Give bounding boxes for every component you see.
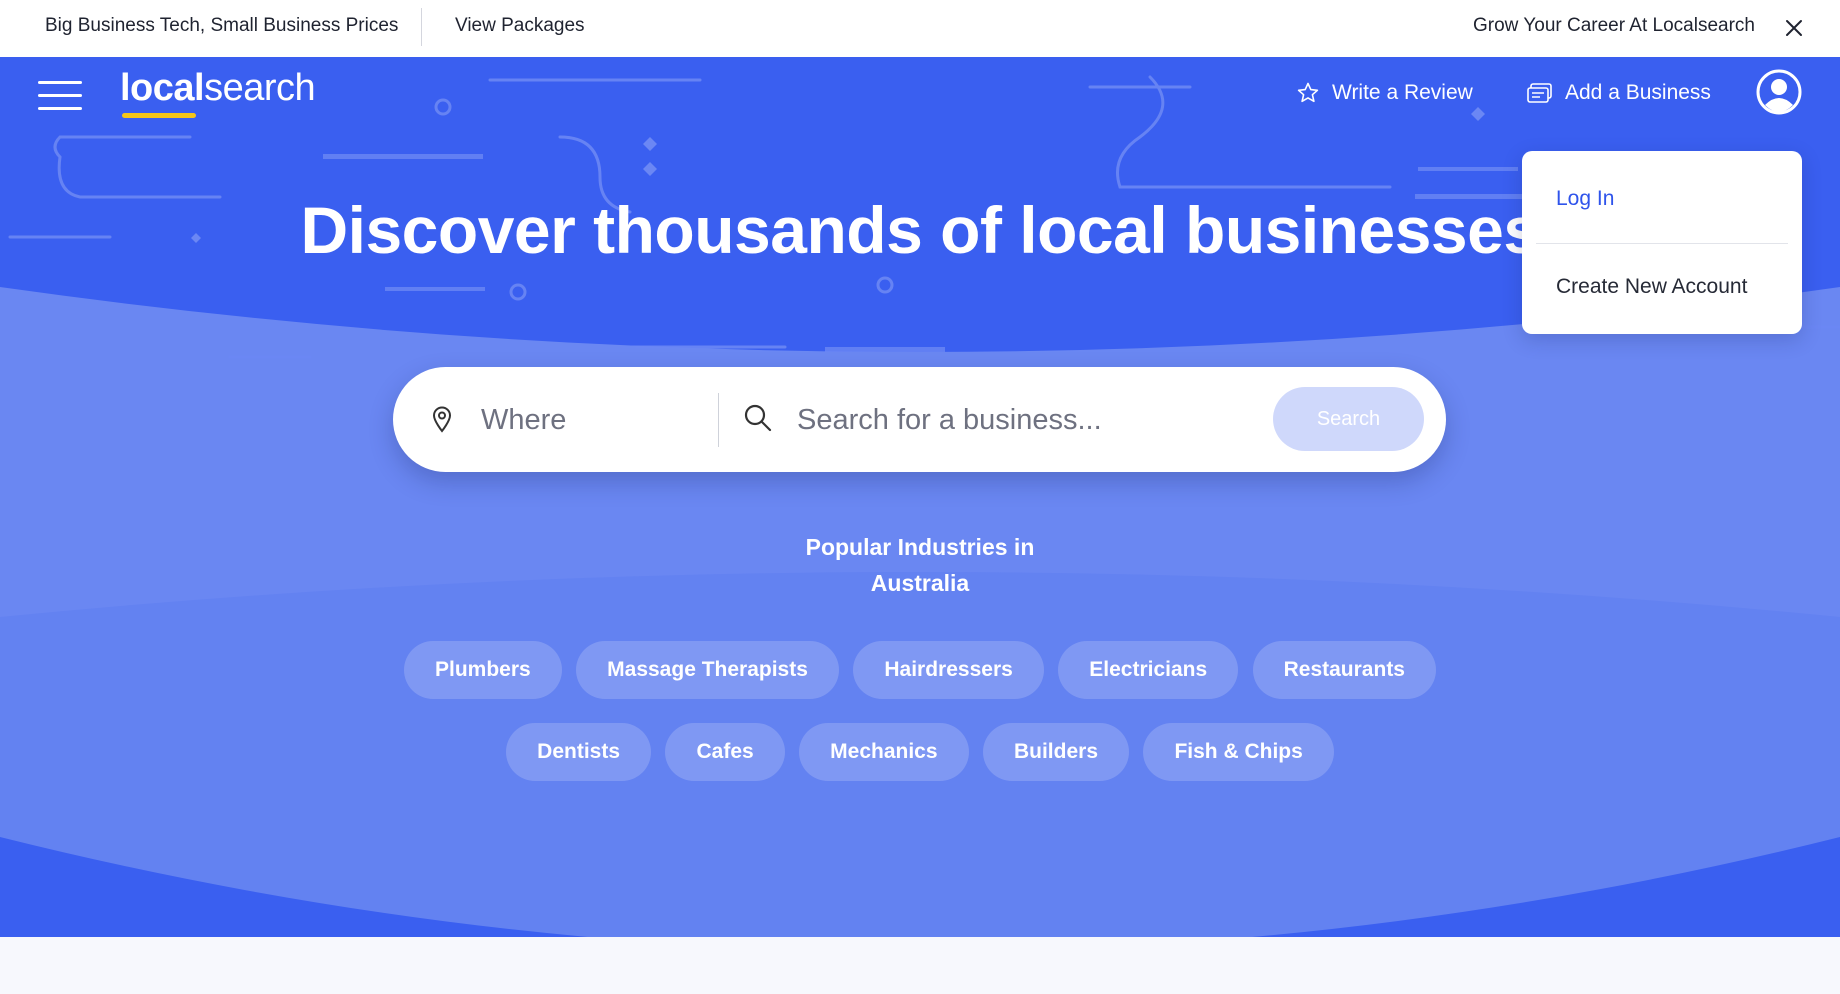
industry-chip-electricians[interactable]: Electricians — [1058, 641, 1239, 699]
topbar-divider — [421, 8, 422, 46]
business-search-input[interactable] — [795, 395, 1249, 445]
search-icon — [744, 404, 772, 432]
search-button[interactable]: Search — [1273, 387, 1424, 451]
search-bar: Search — [393, 367, 1446, 472]
popular-heading-line1: Popular Industries in — [805, 534, 1035, 560]
popular-industries-heading: Popular Industries in Australia — [0, 529, 1840, 601]
industry-chip-restaurants[interactable]: Restaurants — [1252, 641, 1436, 699]
industry-chip-plumbers[interactable]: Plumbers — [404, 641, 562, 699]
logo-bold-text: local — [120, 67, 205, 109]
logo-light-text: search — [204, 67, 316, 109]
location-pin-icon — [432, 406, 452, 433]
industry-chip-massage-therapists[interactable]: Massage Therapists — [576, 641, 839, 699]
localsearch-logo[interactable]: localsearch — [120, 67, 316, 110]
industry-chips-row-1: Plumbers Massage Therapists Hairdressers… — [0, 641, 1840, 699]
industry-chip-builders[interactable]: Builders — [982, 723, 1130, 781]
card-icon — [1527, 83, 1552, 103]
write-review-label: Write a Review — [1332, 81, 1473, 104]
write-review-link[interactable]: Write a Review — [1296, 81, 1473, 105]
top-announcement-bar: Big Business Tech, Small Business Prices… — [0, 0, 1840, 57]
promo-text: Big Business Tech, Small Business Prices — [45, 15, 399, 36]
account-dropdown: Log In Create New Account — [1522, 151, 1802, 334]
main-header: localsearch Write a Review Add a Busines… — [0, 57, 1840, 137]
logo-underline — [122, 113, 196, 118]
industry-chip-fish-and-chips[interactable]: Fish & Chips — [1143, 723, 1334, 781]
industry-chip-mechanics[interactable]: Mechanics — [799, 723, 969, 781]
create-account-link[interactable]: Create New Account — [1556, 275, 1747, 299]
popular-heading-line2: Australia — [870, 570, 970, 596]
add-business-label: Add a Business — [1565, 81, 1711, 104]
star-icon — [1297, 82, 1319, 103]
industry-chip-dentists[interactable]: Dentists — [506, 723, 652, 781]
log-in-link[interactable]: Log In — [1556, 187, 1614, 211]
add-business-link[interactable]: Add a Business — [1527, 81, 1711, 105]
industry-chip-cafes[interactable]: Cafes — [665, 723, 785, 781]
view-packages-link[interactable]: View Packages — [455, 15, 585, 37]
career-link[interactable]: Grow Your Career At Localsearch — [1473, 15, 1755, 37]
close-icon[interactable] — [1782, 16, 1806, 40]
user-icon[interactable] — [1756, 69, 1802, 115]
where-input[interactable] — [479, 395, 683, 445]
hamburger-icon[interactable] — [38, 81, 82, 111]
industry-chips-row-2: Dentists Cafes Mechanics Builders Fish &… — [0, 723, 1840, 781]
dropdown-divider — [1536, 243, 1788, 244]
industry-chip-hairdressers[interactable]: Hairdressers — [853, 641, 1044, 699]
search-separator — [718, 393, 719, 447]
